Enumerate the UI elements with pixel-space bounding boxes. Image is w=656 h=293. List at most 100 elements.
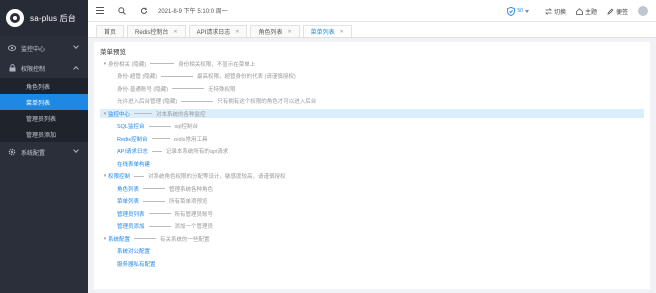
tab-api-log[interactable]: API请求日志 ✕ (188, 25, 248, 37)
tree-connector (134, 238, 157, 239)
sidebar-item-monitor[interactable]: 监控中心 (0, 38, 88, 58)
favorite-label: 便签 (615, 9, 628, 16)
lock-icon (8, 64, 16, 72)
tree-node-name: API请求日志 (117, 149, 148, 155)
tree-node-name: 身份相关 (隐藏) (108, 61, 147, 68)
tree-node[interactable]: 菜单列表 所有菜单项预览 (111, 197, 208, 206)
tree-node[interactable]: 系统对公配置 (111, 247, 150, 256)
sidebar-item-label: 权限控制 (21, 66, 46, 73)
app-title: sa-plus 后台 (30, 13, 77, 23)
security-indicator[interactable]: 50 (507, 6, 529, 16)
tree-connector (143, 188, 166, 189)
tree-node-desc: redis常用工具 (173, 136, 208, 143)
tree-node[interactable]: API请求日志 记录本系统所有的api请求 (111, 147, 228, 156)
tree-node-desc: 无特殊权限 (208, 86, 236, 93)
tree-connector (151, 150, 162, 152)
tree-node-desc: 有关系统的一些配置 (160, 236, 210, 243)
switch-icon (544, 7, 552, 15)
sidebar-menu: 监控中心 权限控制 角色列表 菜单列表 管理员列表 管理员添加 系统配置 (0, 38, 88, 162)
logo-icon (6, 9, 24, 27)
sidebar-item-admin-list[interactable]: 管理员列表 (0, 110, 88, 126)
tree-node-name: 系统配置 (108, 236, 131, 243)
close-icon[interactable]: ✕ (235, 29, 239, 35)
tree-connector (148, 125, 171, 127)
gear-icon (8, 148, 16, 156)
search-icon[interactable] (114, 3, 130, 19)
tab-home[interactable]: 首页 (96, 25, 125, 37)
sidebar-item-role-list[interactable]: 角色列表 (0, 78, 88, 94)
tree-node[interactable]: 在线表单构建 (111, 159, 150, 168)
tree-node-desc: 记录本系统所有的api请求 (165, 149, 229, 155)
tree-node-desc: 所有管理员账号 (174, 211, 214, 218)
tree-node-name: 菜单列表 (117, 199, 140, 205)
sidebar-item-label: 监控中心 (21, 46, 46, 53)
tree-node-name: Redis控制台 (117, 136, 148, 143)
refresh-icon[interactable] (136, 3, 152, 19)
tree-node[interactable]: SQL监控台 sql控制台 (111, 122, 198, 131)
tree-connector (161, 75, 194, 77)
tab-menu-list[interactable]: 菜单列表 ✕ (302, 25, 352, 37)
sidebar-item-admin-add[interactable]: 管理员添加 (0, 126, 88, 142)
avatar[interactable] (638, 6, 648, 16)
sidebar-item-system-config[interactable]: 系统配置 (0, 142, 88, 162)
tab-role-list[interactable]: 角色列表 ✕ (250, 25, 300, 37)
chevron-down-icon (73, 43, 79, 49)
page-title: 菜单预览 (100, 49, 126, 56)
home-button[interactable]: 主题 (576, 7, 597, 16)
tree-node-name: 角色列表 (117, 186, 140, 193)
tree-connector (143, 200, 166, 202)
tree-node[interactable]: 角色列表 管理系统各种角色 (111, 184, 213, 193)
tree-node[interactable]: 允许进入后台管理 (隐藏) 只有拥有这个权限的角色才可以进入后台 (111, 97, 316, 106)
chevron-down-icon (73, 147, 79, 153)
eye-icon (8, 45, 16, 51)
tree-node[interactable]: ▾ 系统配置 有关系统的一些配置 (102, 234, 210, 243)
sidebar-item-menu-list[interactable]: 菜单列表 (0, 94, 88, 110)
tree-node-name: 身份-普通账号 (隐藏) (117, 86, 169, 93)
sidebar-item-permissions[interactable]: 权限控制 (0, 58, 88, 78)
close-icon[interactable]: ✕ (173, 29, 177, 35)
tab-bar: 首页 Redis控制台 ✕ API请求日志 ✕ 角色列表 ✕ 菜单列表 ✕ (88, 22, 656, 38)
tree-node[interactable]: ▾ 身份相关 (隐藏) 身份相关权限，不显示在菜单上 (102, 59, 255, 68)
tree-node-name: 身份-超管 (隐藏) (117, 74, 158, 80)
tree-node-name: 在线表单构建 (117, 161, 151, 168)
tree-node-name: 系统对公配置 (117, 249, 151, 255)
tree-node[interactable]: 身份-超管 (隐藏) 最高权限，超管身份的代表 (请谨慎授权) (111, 72, 296, 81)
close-icon[interactable]: ✕ (340, 29, 344, 35)
current-datetime: 2021-8-9 下午 5:10:0 周一 (158, 9, 228, 15)
tree-node-desc: 对系统角色权限的分配等设计，敏感度较高，请谨慎授权 (148, 174, 286, 180)
switch-button[interactable]: 切换 (544, 7, 566, 16)
brand: sa-plus 后台 (0, 0, 88, 36)
tab-redis-console[interactable]: Redis控制台 ✕ (127, 25, 186, 37)
tree-node[interactable]: 服务器私有配置 (111, 259, 156, 268)
tree-node[interactable]: ▾ 权限控制 对系统角色权限的分配等设计，敏感度较高，请谨慎授权 (102, 172, 286, 181)
tree-connector (151, 138, 170, 139)
submenu-permissions: 角色列表 菜单列表 管理员列表 管理员添加 (0, 78, 88, 142)
tree-node-name: 管理员添加 (117, 224, 145, 230)
tree-node-name: 管理员列表 (117, 211, 145, 218)
tree-node[interactable]: 管理员添加 添加一个管理员 (111, 222, 213, 231)
top-header: 2021-8-9 下午 5:10:0 周一 50 切换 主题 便签 (88, 0, 656, 22)
tree-node[interactable]: 管理员列表 所有管理员账号 (111, 209, 213, 218)
favorite-button[interactable]: 便签 (607, 7, 628, 16)
tree-node[interactable]: 身份-普通账号 (隐藏) 无特殊权限 (111, 84, 236, 93)
tree-node-desc: 管理系统各种角色 (169, 186, 214, 193)
tab-label: 首页 (104, 30, 117, 36)
sidebar: sa-plus 后台 监控中心 权限控制 角色列表 菜单列表 管理员列表 管理员… (0, 0, 88, 293)
tree-node-desc: 对本系统的各种监控 (156, 111, 206, 118)
close-icon[interactable]: ✕ (287, 29, 291, 35)
shield-icon (507, 6, 516, 16)
home-icon (576, 7, 583, 15)
tree-node-name: SQL监控台 (117, 124, 145, 130)
tree-node[interactable]: Redis控制台 redis常用工具 (111, 134, 207, 143)
tree-connector (134, 113, 153, 114)
tree-connector (148, 213, 171, 214)
tree-node-name: 服务器私有配置 (117, 261, 156, 268)
menu-toggle-icon[interactable] (92, 3, 108, 19)
tree-node[interactable]: ▾ 监控中心 对本系统的各种监控 (102, 109, 206, 118)
tree-node-name: 监控中心 (108, 111, 131, 118)
tree-node-name: 允许进入后台管理 (隐藏) (117, 99, 178, 105)
main-content: 菜单预览 ▾ 身份相关 (隐藏) 身份相关权限，不显示在菜单上身份-超管 (隐藏) 最… (94, 42, 650, 289)
security-score: 50 (517, 8, 523, 14)
tree-connector (150, 63, 175, 64)
tree-node-desc: sql控制台 (174, 124, 199, 130)
